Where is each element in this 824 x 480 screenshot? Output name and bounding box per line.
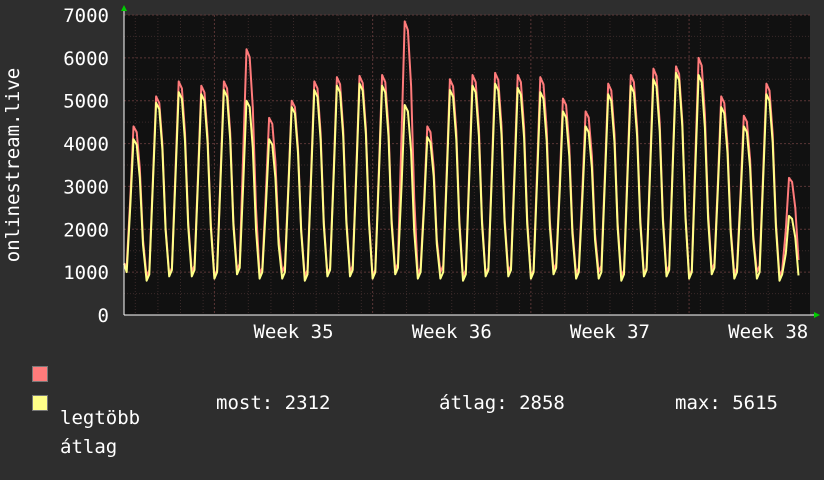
x-tick-label: Week 37 [570, 321, 650, 343]
y-tick-label: 7000 [63, 5, 109, 27]
y-axis-arrow [121, 5, 127, 11]
x-tick-label: Week 36 [412, 321, 492, 343]
stat-max: max: 5615 [675, 392, 778, 414]
x-tick-label: Week 38 [728, 321, 808, 343]
x-tick-label: Week 35 [253, 321, 333, 343]
stat-average: átlag: 2858 [439, 392, 565, 414]
stat-now: most: 2312 [216, 392, 331, 414]
y-tick-label: 4000 [63, 134, 109, 156]
y-axis-title: onlinestream.live [2, 68, 24, 262]
y-tick-label: 5000 [63, 91, 109, 113]
y-tick-label: 0 [98, 305, 109, 327]
chart-panel: 0 1000 2000 3000 4000 5000 6000 7000 Week 35 Week… [0, 0, 824, 458]
legend-swatch-max [32, 366, 48, 382]
x-axis-arrow [814, 312, 820, 318]
y-tick-label: 2000 [63, 219, 109, 241]
y-tick-label: 1000 [63, 262, 109, 284]
legend-label-avg: átlag [60, 436, 118, 458]
y-tick-label: 6000 [63, 48, 109, 70]
chart-canvas: 0 1000 2000 3000 4000 5000 6000 7000 Week 35 Week… [2, 5, 820, 343]
y-tick-label: 3000 [63, 176, 109, 198]
legend-item-max: legtöbb [32, 363, 140, 429]
legend-item-avg: átlag [32, 392, 117, 458]
legend-swatch-avg [32, 395, 48, 411]
